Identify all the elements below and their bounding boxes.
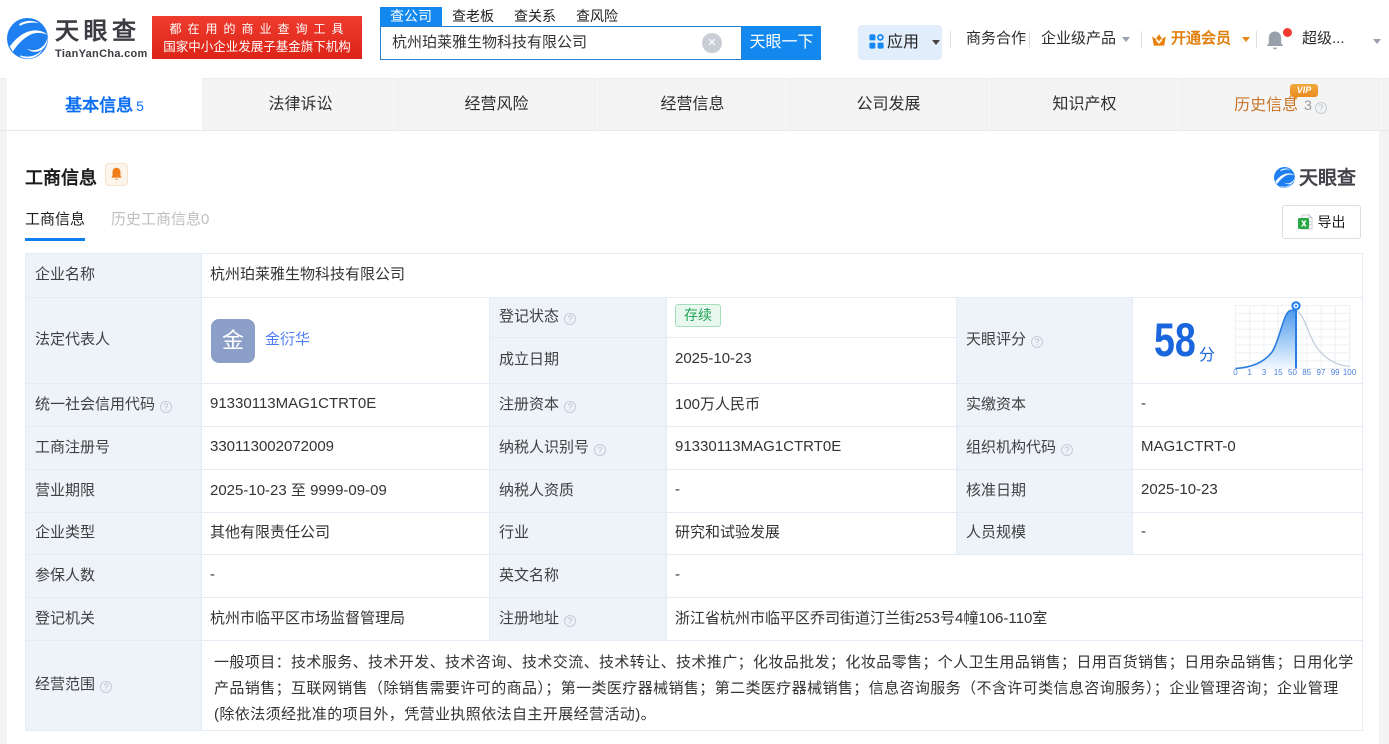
svg-text:99: 99: [1331, 368, 1340, 377]
svg-text:97: 97: [1317, 368, 1326, 377]
svg-text:3: 3: [1262, 368, 1267, 377]
svg-text:0: 0: [1233, 368, 1238, 377]
svg-text:50: 50: [1288, 368, 1297, 377]
svg-text:1: 1: [1247, 368, 1252, 377]
svg-text:85: 85: [1302, 368, 1311, 377]
svg-text:15: 15: [1274, 368, 1283, 377]
svg-text:100: 100: [1343, 368, 1357, 377]
